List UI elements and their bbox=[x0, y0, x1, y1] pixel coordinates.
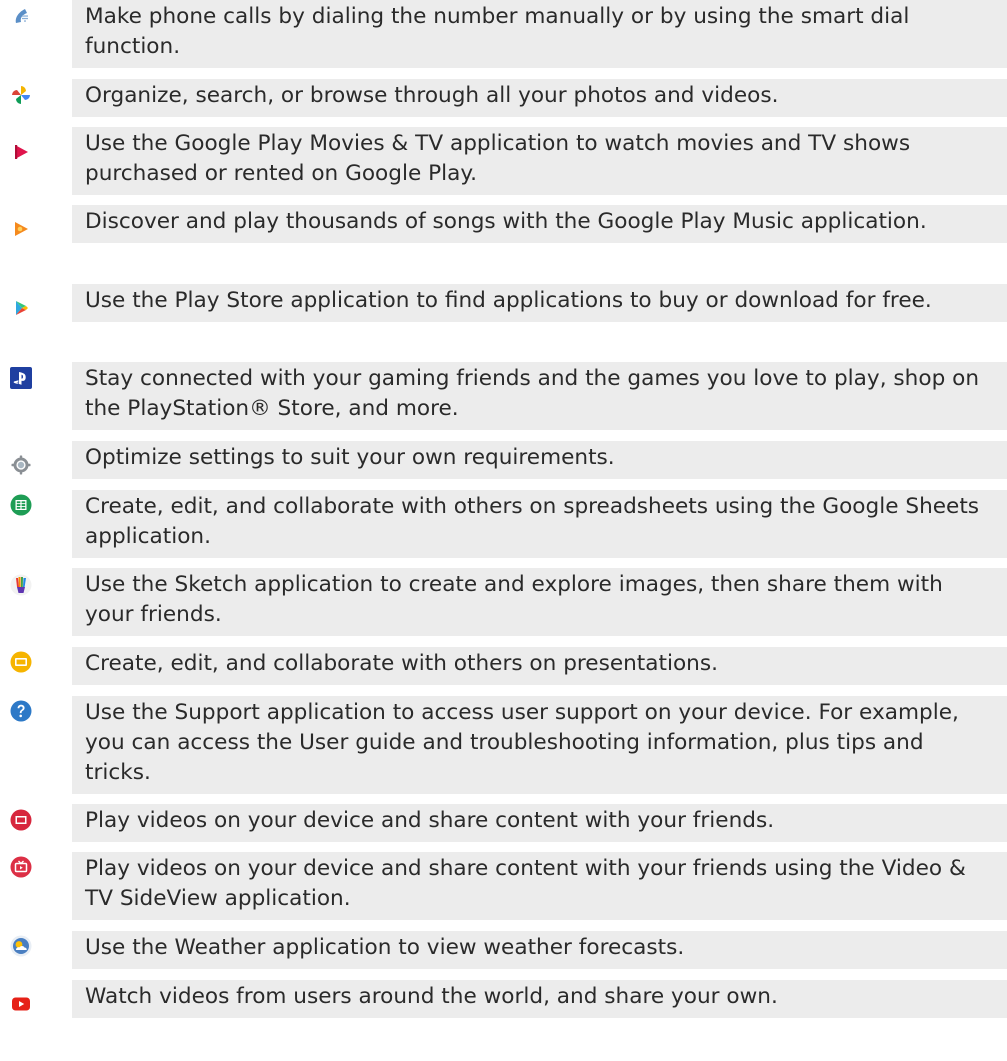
app-description: Use the Sketch application to create and… bbox=[72, 568, 1007, 636]
app-description: Organize, search, or browse through all … bbox=[72, 79, 1007, 117]
app-description: Watch videos from users around the world… bbox=[72, 980, 1007, 1018]
phone-icon bbox=[9, 4, 33, 28]
app-description: Optimize settings to suit your own requi… bbox=[72, 441, 1007, 479]
app-description: Use the Google Play Movies & TV applicat… bbox=[72, 127, 1007, 195]
app-description: Use the Play Store application to find a… bbox=[72, 284, 1007, 322]
app-description: Discover and play thousands of songs wit… bbox=[72, 205, 1007, 243]
play-movies-icon bbox=[9, 140, 33, 164]
sideview-tv-icon bbox=[9, 855, 33, 879]
app-description: Use the Support application to access us… bbox=[72, 696, 1007, 794]
app-list: Make phone calls by dialing the number m… bbox=[0, 0, 1007, 1061]
weather-icon bbox=[9, 934, 33, 958]
sheets-icon bbox=[9, 493, 33, 517]
app-description: Stay connected with your gaming friends … bbox=[72, 362, 1007, 430]
app-description: Create, edit, and collaborate with other… bbox=[72, 647, 1007, 685]
play-music-icon bbox=[9, 217, 33, 241]
slides-icon bbox=[9, 650, 33, 674]
app-description: Play videos on your device and share con… bbox=[72, 852, 1007, 920]
youtube-icon bbox=[9, 992, 33, 1016]
app-description: Create, edit, and collaborate with other… bbox=[72, 490, 1007, 558]
support-question-icon bbox=[9, 699, 33, 723]
sketch-icon bbox=[9, 573, 33, 597]
play-store-icon bbox=[9, 296, 33, 320]
photos-pinwheel-icon bbox=[9, 83, 33, 107]
settings-gear-icon bbox=[9, 453, 33, 477]
app-description: Make phone calls by dialing the number m… bbox=[72, 0, 1007, 68]
playstation-icon bbox=[9, 366, 33, 390]
app-description: Play videos on your device and share con… bbox=[72, 804, 1007, 842]
app-description: Use the Weather application to view weat… bbox=[72, 931, 1007, 969]
video-icon bbox=[9, 808, 33, 832]
